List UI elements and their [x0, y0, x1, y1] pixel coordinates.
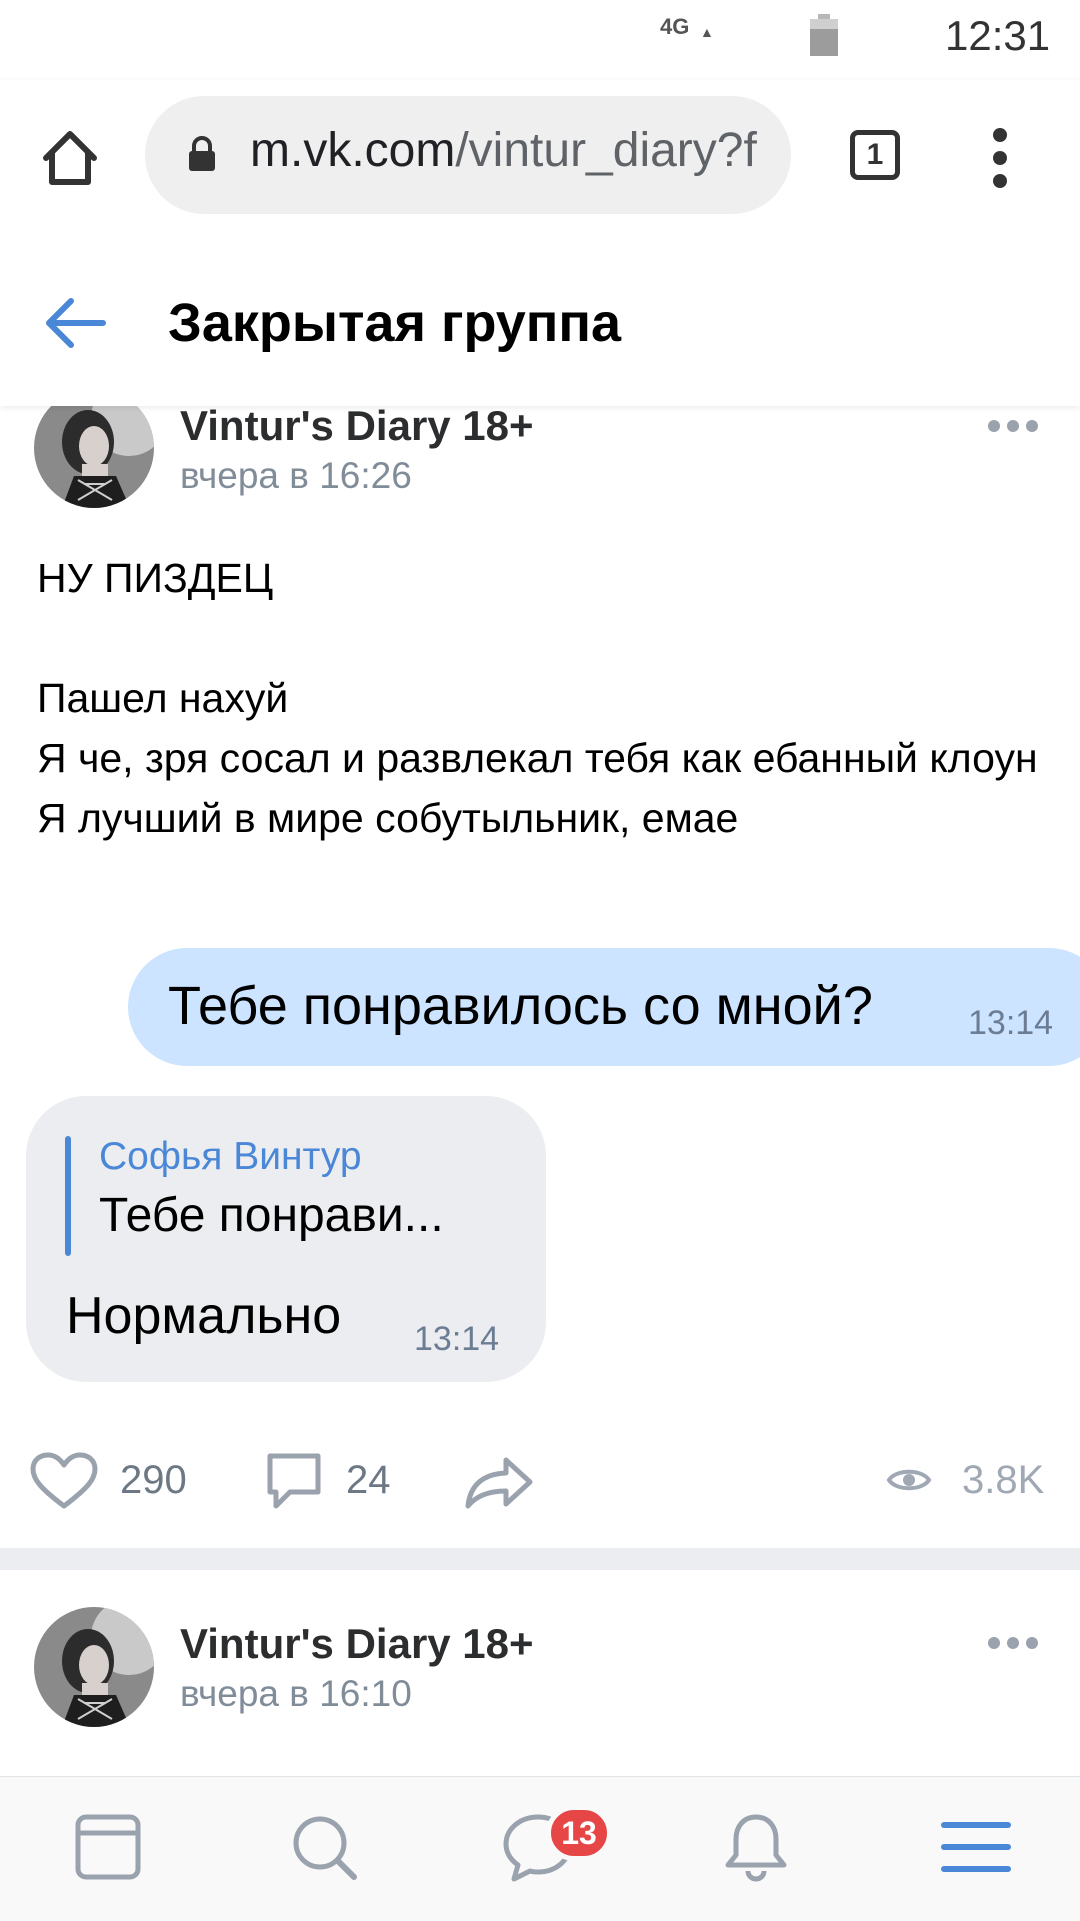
avatar[interactable]: [34, 1607, 154, 1727]
bottom-navigation: 13: [0, 1776, 1080, 1921]
back-arrow-icon[interactable]: [45, 297, 107, 349]
views-count: 3.8K: [962, 1458, 1045, 1502]
tab-count: 1: [866, 138, 884, 171]
reply-sender-name: Софья Винтур: [99, 1135, 362, 1178]
comment-icon: [267, 1453, 321, 1509]
notifications-icon[interactable]: [718, 1809, 794, 1885]
messages-badge: 13: [546, 1805, 612, 1861]
tabs-button[interactable]: 1: [850, 130, 900, 180]
search-icon[interactable]: [286, 1809, 362, 1885]
post-time[interactable]: вчера в 16:10: [180, 1673, 412, 1715]
status-time: 12:31: [945, 12, 1051, 59]
avatar[interactable]: [34, 388, 154, 508]
views-counter: 3.8K: [886, 1450, 1056, 1510]
more-horizontal-icon[interactable]: [988, 420, 1038, 434]
page-title: Закрытая группа: [168, 293, 622, 353]
url-path: /vintur_diary?f: [455, 124, 757, 177]
url-domain: m.vk.com: [250, 124, 456, 177]
address-bar[interactable]: m.vk.com/vintur_diary?f: [145, 96, 791, 214]
post-author[interactable]: Vintur's Diary 18+: [180, 402, 534, 450]
reply-quote-text: Тебе понрави...: [99, 1189, 444, 1242]
browser-toolbar: m.vk.com/vintur_diary?f 1: [0, 80, 1080, 240]
post-text: НУ ПИЗДЕЦ Пашел нахуй Я че, зря сосал и …: [37, 555, 1038, 841]
heart-icon: [30, 1452, 98, 1509]
reply-quote-bar: [65, 1136, 71, 1256]
incoming-message-text: Нормально: [66, 1287, 342, 1345]
comment-button[interactable]: 24: [264, 1450, 404, 1510]
likes-count: 290: [120, 1458, 187, 1502]
share-icon: [465, 1457, 533, 1509]
outgoing-message-bubble: Тебе понравилось со мной? 13:14: [128, 948, 1080, 1066]
share-button[interactable]: [464, 1450, 536, 1510]
menu-icon[interactable]: [938, 1809, 1014, 1885]
news-feed-icon[interactable]: [70, 1809, 146, 1885]
post-separator: [0, 1548, 1080, 1570]
lock-icon: [189, 136, 215, 171]
network-indicator: 4G: [660, 14, 690, 39]
eye-icon: [886, 1469, 932, 1491]
status-bar: 4G ▲ 12:31: [0, 0, 1080, 80]
post-author[interactable]: Vintur's Diary 18+: [180, 1620, 534, 1668]
comments-count: 24: [346, 1458, 391, 1502]
more-vert-icon[interactable]: [990, 128, 1010, 188]
home-icon[interactable]: [38, 126, 102, 190]
url-text[interactable]: m.vk.com/vintur_diary?f: [250, 123, 757, 178]
outgoing-message-text: Тебе понравилось со мной?: [168, 976, 873, 1036]
battery-icon: [810, 14, 838, 56]
incoming-message-bubble: Софья Винтур Тебе понрави... Нормально 1…: [26, 1096, 546, 1382]
post-time[interactable]: вчера в 16:26: [180, 455, 412, 497]
page-header: Закрытая группа: [0, 240, 1080, 406]
outgoing-message-time: 13:14: [968, 1004, 1054, 1042]
more-horizontal-icon[interactable]: [988, 1637, 1038, 1651]
like-button[interactable]: 290: [30, 1450, 210, 1510]
signal-arrow-icon: ▲: [700, 24, 714, 40]
incoming-message-time: 13:14: [414, 1320, 500, 1358]
